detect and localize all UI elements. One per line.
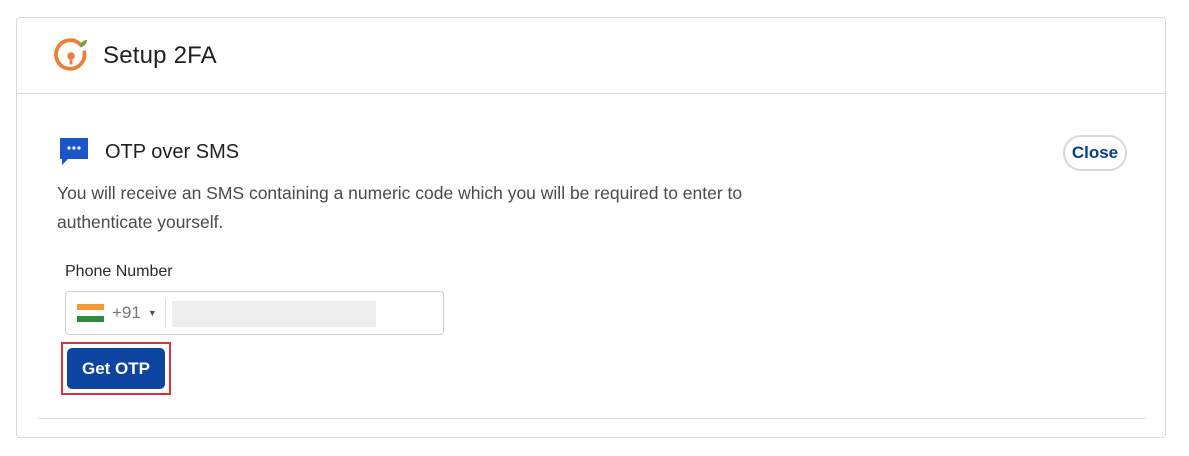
country-code-select[interactable]: +91 ▼: [66, 292, 166, 334]
india-flag-icon: [77, 304, 104, 322]
field-divider: [165, 298, 166, 328]
sms-chat-icon: [60, 138, 88, 165]
phone-number-label: Phone Number: [65, 263, 173, 280]
setup-2fa-card: Setup 2FA OTP over SMS Close You will re…: [16, 17, 1166, 438]
caret-down-icon: ▼: [147, 308, 157, 318]
page-title: Setup 2FA: [103, 41, 217, 69]
get-otp-button[interactable]: Get OTP: [67, 348, 165, 389]
bottom-divider: [38, 418, 1146, 419]
sms-section-heading: OTP over SMS: [59, 137, 239, 167]
keyhole-logo-icon: [54, 37, 88, 71]
sms-description: You will receive an SMS containing a num…: [57, 183, 743, 232]
card-header: Setup 2FA: [17, 18, 1165, 94]
section-title: OTP over SMS: [105, 140, 240, 163]
phone-number-input[interactable]: [172, 301, 376, 327]
phone-number-field: +91 ▼: [65, 291, 444, 335]
close-button[interactable]: Close: [1063, 135, 1127, 171]
dial-code: +91: [112, 303, 141, 322]
